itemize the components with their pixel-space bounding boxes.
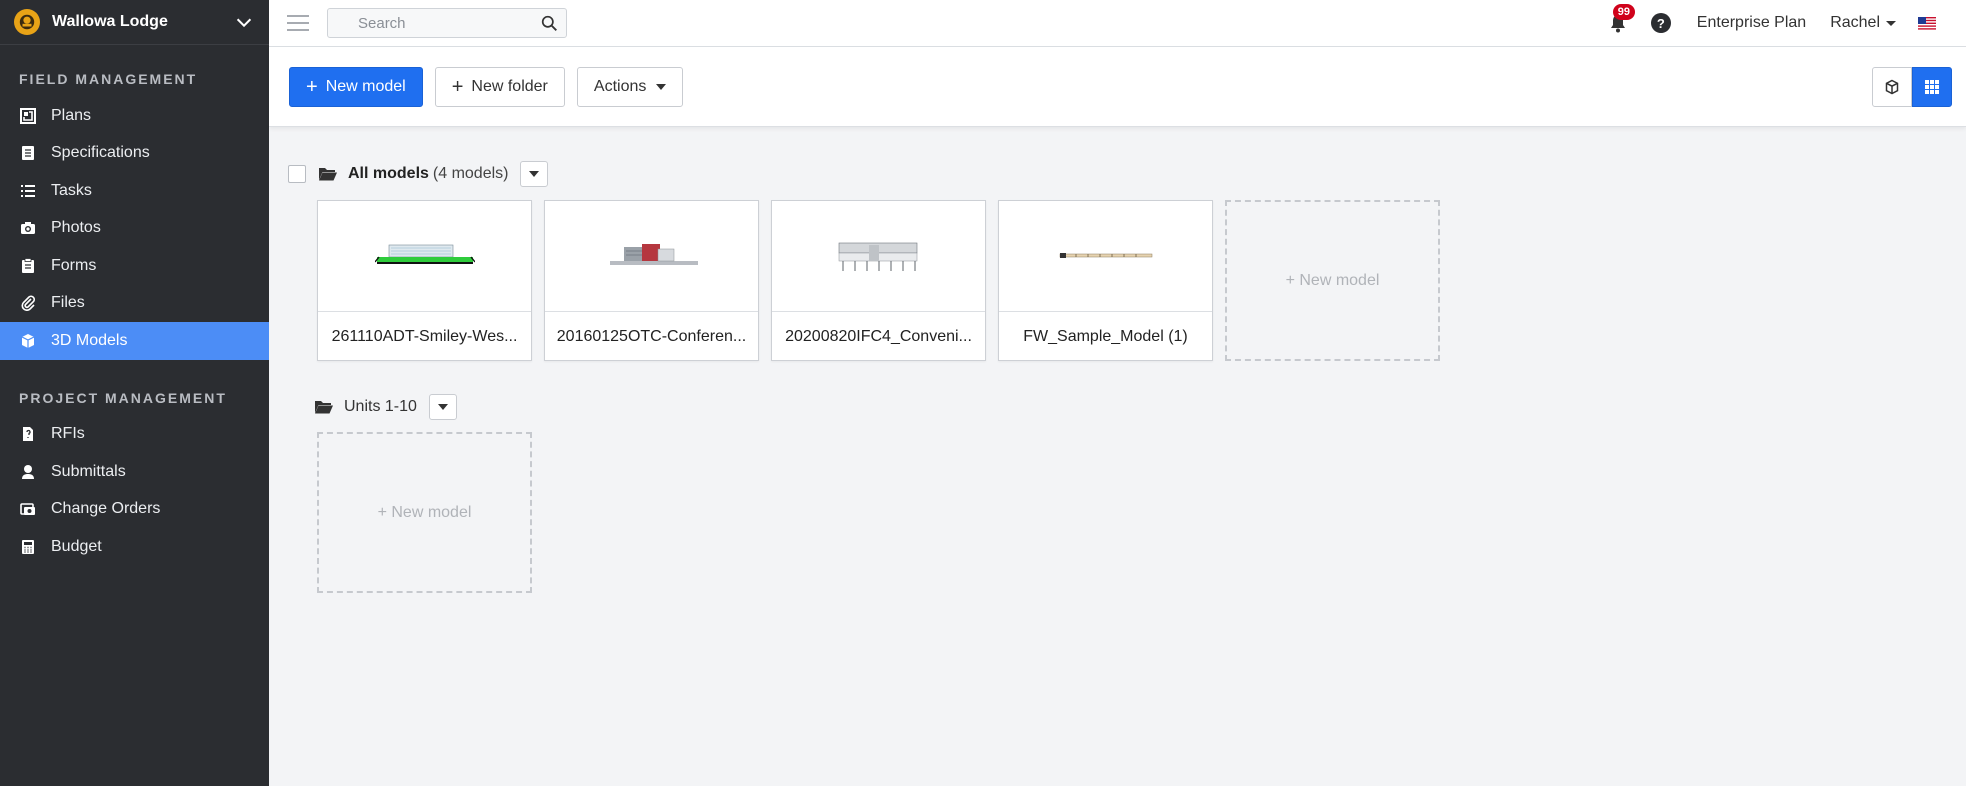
new-model-label: New model <box>325 77 406 95</box>
model-name: 20160125OTC-Conferen... <box>556 327 747 345</box>
new-folder-label: New folder <box>471 77 548 95</box>
select-all-checkbox[interactable] <box>288 165 306 183</box>
plans-icon <box>19 107 37 125</box>
model-card[interactable]: 20160125OTC-Conferen... <box>544 200 759 361</box>
user-menu[interactable]: Rachel <box>1830 14 1896 32</box>
search-box[interactable] <box>327 8 567 38</box>
folder-open-icon <box>319 168 337 181</box>
sidebar-item-label: RFIs <box>51 425 85 443</box>
model-thumbnail <box>545 201 758 312</box>
model-thumbnail <box>318 201 531 312</box>
caret-down-icon <box>437 404 448 410</box>
notifications-bell[interactable]: 99 <box>1607 4 1636 34</box>
rfi-icon <box>19 425 37 443</box>
actions-dropdown-button[interactable]: Actions <box>576 66 684 107</box>
folder-options-dropdown[interactable] <box>520 161 549 187</box>
plus-icon: + <box>306 75 318 98</box>
folder-model-count: (4 models) <box>432 165 509 182</box>
user-name: Rachel <box>1830 14 1880 31</box>
grid-icon <box>1925 79 1939 94</box>
search-icon[interactable] <box>541 15 558 32</box>
model-card[interactable]: 20200820IFC4_Conveni... <box>771 200 986 361</box>
chevron-down-icon[interactable] <box>233 11 255 33</box>
sidebar-item-photos[interactable]: Photos <box>0 210 269 248</box>
paperclip-icon <box>19 294 37 312</box>
caret-down-icon <box>656 83 667 90</box>
3d-view-button[interactable] <box>1872 66 1912 107</box>
help-icon[interactable]: ? <box>1650 13 1671 33</box>
sidebar-item-label: Plans <box>51 106 92 124</box>
sidebar-item-label: Change Orders <box>51 500 161 518</box>
search-input[interactable] <box>358 14 556 32</box>
sidebar-item-tasks[interactable]: Tasks <box>0 172 269 210</box>
sidebar-item-files[interactable]: Files <box>0 285 269 323</box>
project-logo-icon <box>14 9 40 35</box>
model-thumbnail <box>772 201 985 312</box>
model-thumbnail <box>999 201 1212 312</box>
change-orders-icon <box>19 500 37 518</box>
sidebar-item-label: Photos <box>51 219 101 237</box>
toolbar: + New model + New folder Actions <box>269 47 1966 127</box>
plus-icon: + <box>451 75 464 98</box>
cube-outline-icon <box>1885 79 1899 94</box>
notification-count-badge: 99 <box>1612 4 1636 20</box>
camera-icon <box>19 219 37 237</box>
sidebar-item-specifications[interactable]: Specifications <box>0 135 269 173</box>
submittals-icon <box>19 463 37 481</box>
folder-open-icon <box>315 401 333 414</box>
specifications-icon <box>19 144 37 162</box>
model-card[interactable]: 261110ADT-Smiley-Wes... <box>317 200 532 361</box>
section-title-project-management: PROJECT MANAGEMENT <box>19 389 227 406</box>
view-toggle <box>1872 66 1952 107</box>
caret-down-icon <box>1886 20 1896 26</box>
sidebar-item-label: Specifications <box>51 144 150 162</box>
hamburger-menu-icon[interactable] <box>287 15 309 31</box>
folder-header-all-models: All models (4 models) <box>288 161 549 187</box>
new-folder-button[interactable]: + New folder <box>434 66 565 107</box>
caret-down-icon <box>529 171 540 177</box>
calculator-icon <box>19 538 37 556</box>
sidebar-item-3d-models[interactable]: 3D Models <box>0 322 269 360</box>
sidebar-item-label: 3D Models <box>51 331 128 349</box>
sidebar-item-change-orders[interactable]: Change Orders <box>0 491 269 529</box>
tasks-icon <box>19 182 37 200</box>
forms-icon <box>19 257 37 275</box>
grid-view-button[interactable] <box>1912 66 1952 107</box>
top-bar: 99 ? Enterprise Plan Rachel <box>269 0 1966 47</box>
sidebar-item-label: Submittals <box>51 462 126 480</box>
model-card[interactable]: FW_Sample_Model (1) <box>998 200 1213 361</box>
us-flag-icon[interactable] <box>1918 16 1936 30</box>
new-model-placeholder-card[interactable]: + New model <box>317 432 532 593</box>
project-switcher[interactable]: Wallowa Lodge <box>0 0 269 45</box>
section-title-field-management: FIELD MANAGEMENT <box>19 71 198 87</box>
models-content: All models (4 models) 261110ADT-Smiley-W… <box>269 127 1966 786</box>
new-model-button[interactable]: + New model <box>289 66 423 107</box>
model-name: FW_Sample_Model (1) <box>1023 327 1188 345</box>
sidebar-item-forms[interactable]: Forms <box>0 247 269 285</box>
folder-name[interactable]: All models <box>348 165 429 183</box>
sidebar: Wallowa Lodge FIELD MANAGEMENT Plans Spe… <box>0 0 269 786</box>
folder-header-units-1-10: Units 1-10 <box>314 394 457 420</box>
sidebar-item-plans[interactable]: Plans <box>0 97 269 135</box>
sidebar-item-rfis[interactable]: RFIs <box>0 416 269 454</box>
actions-label: Actions <box>593 77 647 95</box>
sidebar-item-label: Forms <box>51 256 97 274</box>
new-model-placeholder-card[interactable]: + New model <box>1225 200 1440 361</box>
project-name: Wallowa Lodge <box>52 13 168 30</box>
enterprise-plan-link[interactable]: Enterprise Plan <box>1697 14 1806 32</box>
cube-icon <box>19 332 37 350</box>
folder-options-dropdown[interactable] <box>428 394 457 420</box>
model-name: 261110ADT-Smiley-Wes... <box>331 327 518 345</box>
sidebar-item-budget[interactable]: Budget <box>0 528 269 566</box>
folder-name[interactable]: Units 1-10 <box>344 398 417 416</box>
sidebar-item-submittals[interactable]: Submittals <box>0 453 269 491</box>
sidebar-item-label: Budget <box>51 537 102 555</box>
sidebar-item-label: Tasks <box>51 181 92 199</box>
model-name: 20200820IFC4_Conveni... <box>785 327 972 345</box>
sidebar-item-label: Files <box>51 294 85 312</box>
